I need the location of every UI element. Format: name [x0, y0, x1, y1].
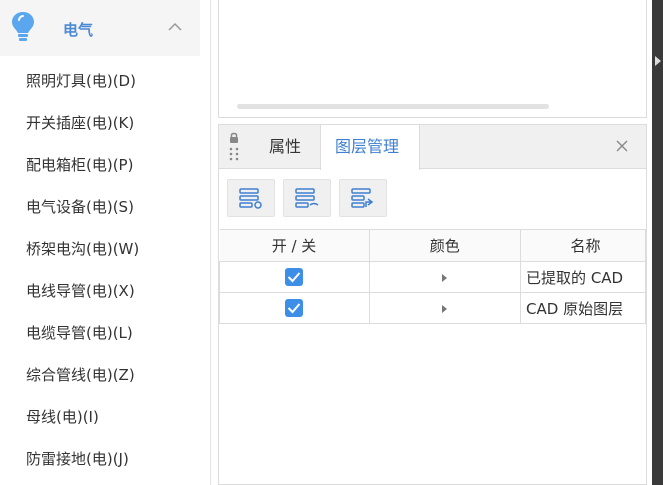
lock-pin-icon[interactable] — [227, 131, 241, 165]
hide-layer-icon — [295, 188, 319, 208]
layer-management-panel: 属性 图层管理 开 / 关 颜色 名称 已提取的 CAD CAD 原始图层 — [218, 124, 647, 485]
sidebar-item-cable-tray[interactable]: 桥架电沟(电)(W) — [0, 228, 200, 270]
preview-panel — [218, 0, 647, 118]
table-header-row: 开 / 关 颜色 名称 — [219, 229, 646, 262]
category-header-electrical[interactable]: 电气 — [0, 0, 200, 56]
sidebar-item-busbar[interactable]: 母线(电)(I) — [0, 396, 200, 438]
sidebar-item-cable-conduit[interactable]: 电缆导管(电)(L) — [0, 312, 200, 354]
color-dropdown-arrow-icon[interactable] — [442, 273, 448, 282]
sidebar-item-integrated-pipeline[interactable]: 综合管线(电)(Z) — [0, 354, 200, 396]
horizontal-scrollbar[interactable] — [237, 104, 549, 109]
lightbulb-icon — [12, 12, 34, 41]
close-icon[interactable] — [615, 139, 629, 153]
layer-table: 开 / 关 颜色 名称 已提取的 CAD CAD 原始图层 — [219, 229, 646, 324]
layer-name[interactable]: 已提取的 CAD — [520, 261, 646, 293]
table-row: 已提取的 CAD — [219, 261, 646, 293]
show-layer-icon — [239, 188, 262, 209]
category-item-list: 照明灯具(电)(D) 开关插座(电)(K) 配电箱柜(电)(P) 电气设备(电)… — [0, 60, 200, 480]
category-label: 电气 — [63, 21, 94, 39]
adjacent-window-edge — [652, 0, 663, 485]
sidebar-item-wire-conduit[interactable]: 电线导管(电)(X) — [0, 270, 200, 312]
show-layer-button[interactable] — [227, 179, 275, 217]
category-sidebar: 电气 照明灯具(电)(D) 开关插座(电)(K) 配电箱柜(电)(P) 电气设备… — [0, 0, 211, 485]
layer-name[interactable]: CAD 原始图层 — [520, 292, 646, 324]
layer-visibility-checkbox[interactable] — [285, 299, 304, 318]
hide-layer-button[interactable] — [283, 179, 331, 217]
sidebar-item-lighting[interactable]: 照明灯具(电)(D) — [0, 60, 200, 102]
panel-tabbar: 属性 图层管理 — [219, 125, 646, 170]
chevron-up-icon[interactable] — [168, 22, 182, 32]
checkmark-icon — [288, 303, 301, 314]
restore-layer-button[interactable] — [339, 179, 387, 217]
restore-layer-icon — [351, 188, 374, 208]
checkmark-icon — [288, 272, 301, 283]
color-dropdown-arrow-icon[interactable] — [442, 304, 448, 313]
tab-layer-management[interactable]: 图层管理 — [320, 125, 420, 170]
column-header-name: 名称 — [520, 229, 646, 262]
layer-visibility-checkbox[interactable] — [285, 268, 304, 287]
column-header-toggle: 开 / 关 — [219, 229, 370, 262]
sidebar-item-lightning-grounding[interactable]: 防雷接地(电)(J) — [0, 438, 200, 480]
tab-properties[interactable]: 属性 — [255, 125, 315, 169]
sidebar-item-switch-socket[interactable]: 开关插座(电)(K) — [0, 102, 200, 144]
column-header-color: 颜色 — [369, 229, 522, 262]
expand-arrow-icon[interactable] — [655, 56, 661, 66]
sidebar-item-distribution-box[interactable]: 配电箱柜(电)(P) — [0, 144, 200, 186]
table-row: CAD 原始图层 — [219, 292, 646, 324]
sidebar-item-electrical-equipment[interactable]: 电气设备(电)(S) — [0, 186, 200, 228]
